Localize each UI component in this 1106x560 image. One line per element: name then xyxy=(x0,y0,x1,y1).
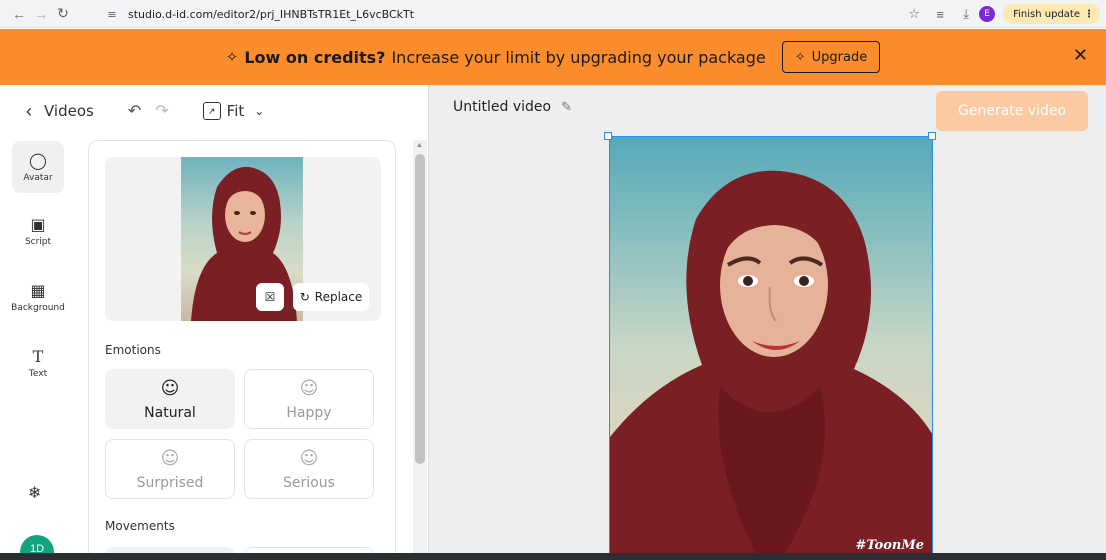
surprised-face-icon: ☺ xyxy=(160,447,180,469)
scroll-up-icon[interactable]: ▲ xyxy=(416,142,423,149)
emotion-natural[interactable]: ☺ Natural xyxy=(105,369,235,429)
generate-video-button[interactable]: Generate video xyxy=(936,91,1088,131)
rail-item-label: Background xyxy=(11,303,65,313)
banner-text: Increase your limit by upgrading your pa… xyxy=(391,47,766,67)
rail-item-avatar[interactable]: ◯ Avatar xyxy=(12,141,64,193)
video-canvas: Untitled video ✎ Generate video #ToonMe xyxy=(428,85,1106,560)
redo-icon[interactable]: ↷ xyxy=(155,101,168,121)
os-taskbar xyxy=(0,553,1106,560)
fit-icon[interactable]: ↗ xyxy=(202,102,221,120)
text-icon: T xyxy=(32,347,44,366)
avatar-thumbnail xyxy=(181,157,303,321)
rail-item-label: Script xyxy=(24,237,52,247)
refresh-icon: ↻ xyxy=(299,290,310,304)
resize-handle-top-right[interactable] xyxy=(928,132,936,140)
neutral-face-icon: ☺ xyxy=(160,377,180,399)
address-bar[interactable]: ≡ studio.d-id.com/editor2/prj_IHNBTsTR1E… xyxy=(104,3,884,25)
editor-toolbar: ‹ Videos ↶ ↷ ↗ Fit ⌄ xyxy=(0,85,428,137)
emotion-label: Happy xyxy=(286,404,332,421)
profile-avatar[interactable]: E xyxy=(979,6,996,22)
rail-item-script[interactable]: ▣ Script xyxy=(12,205,64,257)
address-url: studio.d-id.com/editor2/prj_IHNBTsTR1Et_… xyxy=(128,7,415,21)
sparkle-icon: ✧ xyxy=(225,48,239,66)
finish-update-label: Finish update xyxy=(1013,8,1080,20)
replace-avatar-button[interactable]: ↻ Replace xyxy=(293,283,369,311)
emotion-label: Natural xyxy=(144,404,196,421)
avatar-portrait xyxy=(610,170,932,559)
kebab-menu-icon: ⋮ xyxy=(1084,8,1094,20)
chat-icon: ▣ xyxy=(30,215,46,234)
happy-face-icon: ☺ xyxy=(299,377,319,399)
site-settings-icon[interactable]: ≡ xyxy=(104,6,120,22)
panel-scrollbar[interactable]: ▲ xyxy=(413,140,427,560)
zoom-select[interactable]: Fit xyxy=(227,102,245,120)
download-icon[interactable]: ⤓ xyxy=(953,1,979,27)
avatar-panel: ☒ ↻ Replace Emotions ☺ Natural ☺ Happy ☺… xyxy=(88,140,396,560)
low-credits-banner: ✧ Low on credits? Increase your limit by… xyxy=(0,29,1106,85)
video-title-text: Untitled video xyxy=(453,99,552,115)
serious-face-icon: ☺ xyxy=(299,447,319,469)
chevron-down-icon[interactable]: ⌄ xyxy=(254,104,264,118)
emotion-label: Serious xyxy=(283,474,335,491)
upgrade-label: Upgrade xyxy=(811,49,868,65)
browser-back-icon[interactable]: ← xyxy=(8,3,30,25)
video-title[interactable]: Untitled video ✎ xyxy=(453,99,572,115)
rail-item-background[interactable]: ▦ Background xyxy=(11,271,65,323)
replace-label: Replace xyxy=(314,290,363,304)
upgrade-button[interactable]: ✧ Upgrade xyxy=(781,41,881,73)
reading-list-icon[interactable]: ≡ xyxy=(927,1,953,27)
upgrade-sparkle-icon: ✧ xyxy=(794,49,806,65)
generate-label: Generate video xyxy=(957,103,1067,119)
chevron-left-icon[interactable]: ‹ xyxy=(26,101,32,122)
back-to-videos-link[interactable]: Videos xyxy=(44,102,94,120)
finish-update-button[interactable]: Finish update ⋮ xyxy=(1003,4,1100,24)
rail-item-text[interactable]: T Text xyxy=(12,337,64,389)
scrollbar-thumb[interactable] xyxy=(415,154,425,464)
emotion-happy[interactable]: ☺ Happy xyxy=(244,369,374,429)
banner-bold-text: Low on credits? xyxy=(244,47,386,67)
hatch-icon: ▦ xyxy=(30,281,46,300)
video-preview[interactable]: #ToonMe xyxy=(609,136,933,560)
emotion-label: Surprised xyxy=(136,474,204,491)
pencil-icon[interactable]: ✎ xyxy=(561,100,572,115)
emotions-heading: Emotions xyxy=(105,343,161,357)
emotion-serious[interactable]: ☺ Serious xyxy=(244,439,374,499)
watermark-text: #ToonMe xyxy=(855,538,924,553)
rail-item-label: Text xyxy=(28,369,48,379)
person-icon: ◯ xyxy=(29,151,47,170)
avatar-preview: ☒ ↻ Replace xyxy=(105,157,381,321)
rail-item-label: Avatar xyxy=(23,173,53,183)
resize-handle-top-left[interactable] xyxy=(604,132,612,140)
browser-forward-icon[interactable]: → xyxy=(30,3,52,25)
side-rail: ◯ Avatar ▣ Script ▦ Background T Text ❄ … xyxy=(0,137,76,560)
emotion-surprised[interactable]: ☺ Surprised xyxy=(105,439,235,499)
avatar-thumbnail-art xyxy=(191,166,297,321)
undo-icon[interactable]: ↶ xyxy=(128,101,141,121)
movements-heading: Movements xyxy=(105,519,175,533)
celebration-icon[interactable]: ❄ xyxy=(28,483,41,503)
bookmark-star-icon[interactable]: ☆ xyxy=(901,1,927,27)
close-icon[interactable]: ✕ xyxy=(1073,45,1088,66)
browser-toolbar: ← → ↻ ≡ studio.d-id.com/editor2/prj_IHNB… xyxy=(0,0,1106,28)
browser-reload-icon[interactable]: ↻ xyxy=(52,3,74,25)
remove-avatar-icon[interactable]: ☒ xyxy=(256,283,284,311)
